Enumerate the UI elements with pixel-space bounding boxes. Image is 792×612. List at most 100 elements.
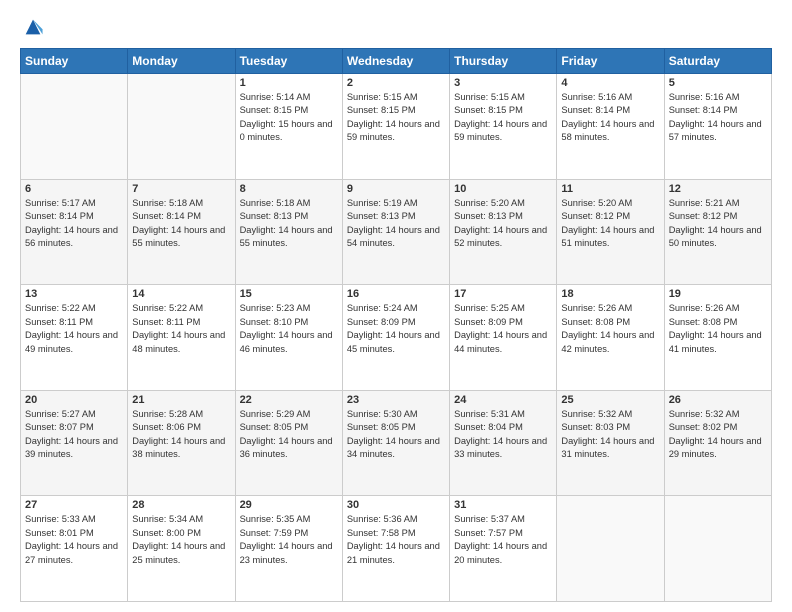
calendar-cell: 17Sunrise: 5:25 AMSunset: 8:09 PMDayligh… bbox=[450, 285, 557, 391]
sunrise-text: Sunrise: 5:33 AM bbox=[25, 513, 123, 526]
sunset-text: Sunset: 8:08 PM bbox=[561, 316, 659, 329]
daylight-text: Daylight: 14 hours and 38 minutes. bbox=[132, 435, 230, 462]
calendar-cell: 28Sunrise: 5:34 AMSunset: 8:00 PMDayligh… bbox=[128, 496, 235, 602]
daylight-text: Daylight: 14 hours and 49 minutes. bbox=[25, 329, 123, 356]
sunrise-text: Sunrise: 5:20 AM bbox=[454, 197, 552, 210]
calendar-cell: 27Sunrise: 5:33 AMSunset: 8:01 PMDayligh… bbox=[21, 496, 128, 602]
daylight-text: Daylight: 14 hours and 48 minutes. bbox=[132, 329, 230, 356]
day-detail: Sunrise: 5:22 AMSunset: 8:11 PMDaylight:… bbox=[25, 302, 123, 356]
day-number: 23 bbox=[347, 394, 445, 406]
calendar-cell: 3Sunrise: 5:15 AMSunset: 8:15 PMDaylight… bbox=[450, 74, 557, 180]
daylight-text: Daylight: 14 hours and 23 minutes. bbox=[240, 540, 338, 567]
sunrise-text: Sunrise: 5:18 AM bbox=[240, 197, 338, 210]
sunset-text: Sunset: 8:04 PM bbox=[454, 421, 552, 434]
daylight-text: Daylight: 14 hours and 29 minutes. bbox=[669, 435, 767, 462]
calendar-cell: 25Sunrise: 5:32 AMSunset: 8:03 PMDayligh… bbox=[557, 390, 664, 496]
daylight-text: Daylight: 14 hours and 25 minutes. bbox=[132, 540, 230, 567]
sunrise-text: Sunrise: 5:24 AM bbox=[347, 302, 445, 315]
day-number: 24 bbox=[454, 394, 552, 406]
week-row-5: 27Sunrise: 5:33 AMSunset: 8:01 PMDayligh… bbox=[21, 496, 772, 602]
daylight-text: Daylight: 14 hours and 50 minutes. bbox=[669, 224, 767, 251]
day-detail: Sunrise: 5:25 AMSunset: 8:09 PMDaylight:… bbox=[454, 302, 552, 356]
calendar-cell: 18 Sunrise: 5:26 AMSunset: 8:08 PMDayligh… bbox=[557, 285, 664, 391]
sunset-text: Sunset: 8:12 PM bbox=[669, 210, 767, 223]
day-number: 1 bbox=[240, 77, 338, 89]
sunset-text: Sunset: 8:13 PM bbox=[347, 210, 445, 223]
sunrise-text: Sunrise: 5:30 AM bbox=[347, 408, 445, 421]
sunrise-text: Sunrise: 5:18 AM bbox=[132, 197, 230, 210]
week-row-2: 6Sunrise: 5:17 AMSunset: 8:14 PMDaylight… bbox=[21, 179, 772, 285]
daylight-text: Daylight: 14 hours and 41 minutes. bbox=[669, 329, 767, 356]
day-detail: Sunrise: 5:33 AMSunset: 8:01 PMDaylight:… bbox=[25, 513, 123, 567]
day-number: 20 bbox=[25, 394, 123, 406]
day-number: 4 bbox=[561, 77, 659, 89]
daylight-text: Daylight: 14 hours and 20 minutes. bbox=[454, 540, 552, 567]
daylight-text: Daylight: 14 hours and 52 minutes. bbox=[454, 224, 552, 251]
sunset-text: Sunset: 8:11 PM bbox=[25, 316, 123, 329]
day-detail: Sunrise: 5:24 AMSunset: 8:09 PMDaylight:… bbox=[347, 302, 445, 356]
day-number: 13 bbox=[25, 288, 123, 300]
calendar-cell: 21 Sunrise: 5:28 AMSunset: 8:06 PMDayligh… bbox=[128, 390, 235, 496]
day-detail: Sunrise: 5:36 AMSunset: 7:58 PMDaylight:… bbox=[347, 513, 445, 567]
sunset-text: Sunset: 8:09 PM bbox=[454, 316, 552, 329]
sunset-text: Sunset: 8:07 PM bbox=[25, 421, 123, 434]
sunset-text: Sunset: 8:13 PM bbox=[454, 210, 552, 223]
sunrise-text: Sunrise: 5:32 AM bbox=[669, 408, 767, 421]
daylight-text: Daylight: 14 hours and 54 minutes. bbox=[347, 224, 445, 251]
daylight-text: Daylight: 14 hours and 51 minutes. bbox=[561, 224, 659, 251]
calendar-cell: 30 Sunrise: 5:36 AMSunset: 7:58 PMDayligh… bbox=[342, 496, 449, 602]
sunrise-text: Sunrise: 5:14 AM bbox=[240, 91, 338, 104]
day-detail: Sunrise: 5:15 AMSunset: 8:15 PMDaylight:… bbox=[454, 91, 552, 145]
day-number: 2 bbox=[347, 77, 445, 89]
week-row-4: 20Sunrise: 5:27 AMSunset: 8:07 PMDayligh… bbox=[21, 390, 772, 496]
calendar-cell: 12Sunrise: 5:21 AMSunset: 8:12 PMDayligh… bbox=[664, 179, 771, 285]
day-detail: Sunrise: 5:26 AMSunset: 8:08 PMDaylight:… bbox=[561, 302, 659, 356]
day-number: 18 bbox=[561, 288, 659, 300]
day-detail: Sunrise: 5:32 AMSunset: 8:03 PMDaylight:… bbox=[561, 408, 659, 462]
calendar-cell: 24Sunrise: 5:31 AMSunset: 8:04 PMDayligh… bbox=[450, 390, 557, 496]
day-number: 30 bbox=[347, 499, 445, 511]
day-number: 19 bbox=[669, 288, 767, 300]
sunrise-text: Sunrise: 5:26 AM bbox=[669, 302, 767, 315]
weekday-header-row: SundayMondayTuesdayWednesdayThursdayFrid… bbox=[21, 49, 772, 74]
calendar-cell: 23 Sunrise: 5:30 AMSunset: 8:05 PMDayligh… bbox=[342, 390, 449, 496]
day-detail: Sunrise: 5:34 AMSunset: 8:00 PMDaylight:… bbox=[132, 513, 230, 567]
day-detail: Sunrise: 5:20 AMSunset: 8:13 PMDaylight:… bbox=[454, 197, 552, 251]
sunset-text: Sunset: 8:15 PM bbox=[240, 104, 338, 117]
sunset-text: Sunset: 8:05 PM bbox=[347, 421, 445, 434]
sunset-text: Sunset: 7:59 PM bbox=[240, 527, 338, 540]
sunrise-text: Sunrise: 5:27 AM bbox=[25, 408, 123, 421]
calendar-cell: 2Sunrise: 5:15 AMSunset: 8:15 PMDaylight… bbox=[342, 74, 449, 180]
sunset-text: Sunset: 8:00 PM bbox=[132, 527, 230, 540]
sunset-text: Sunset: 8:15 PM bbox=[347, 104, 445, 117]
sunset-text: Sunset: 8:06 PM bbox=[132, 421, 230, 434]
day-number: 6 bbox=[25, 183, 123, 195]
calendar-cell: 26Sunrise: 5:32 AMSunset: 8:02 PMDayligh… bbox=[664, 390, 771, 496]
week-row-3: 13 Sunrise: 5:22 AMSunset: 8:11 PMDayligh… bbox=[21, 285, 772, 391]
day-detail: Sunrise: 5:14 AMSunset: 8:15 PMDaylight:… bbox=[240, 91, 338, 145]
day-detail: Sunrise: 5:22 AMSunset: 8:11 PMDaylight:… bbox=[132, 302, 230, 356]
day-number: 7 bbox=[132, 183, 230, 195]
daylight-text: Daylight: 14 hours and 55 minutes. bbox=[240, 224, 338, 251]
sunrise-text: Sunrise: 5:34 AM bbox=[132, 513, 230, 526]
day-number: 16 bbox=[347, 288, 445, 300]
day-number: 11 bbox=[561, 183, 659, 195]
sunrise-text: Sunrise: 5:32 AM bbox=[561, 408, 659, 421]
daylight-text: Daylight: 14 hours and 39 minutes. bbox=[25, 435, 123, 462]
day-detail: Sunrise: 5:30 AMSunset: 8:05 PMDaylight:… bbox=[347, 408, 445, 462]
sunrise-text: Sunrise: 5:37 AM bbox=[454, 513, 552, 526]
sunset-text: Sunset: 8:10 PM bbox=[240, 316, 338, 329]
sunset-text: Sunset: 8:02 PM bbox=[669, 421, 767, 434]
day-number: 5 bbox=[669, 77, 767, 89]
weekday-header-thursday: Thursday bbox=[450, 49, 557, 74]
daylight-text: Daylight: 14 hours and 55 minutes. bbox=[132, 224, 230, 251]
sunrise-text: Sunrise: 5:36 AM bbox=[347, 513, 445, 526]
day-detail: Sunrise: 5:28 AMSunset: 8:06 PMDaylight:… bbox=[132, 408, 230, 462]
sunset-text: Sunset: 8:11 PM bbox=[132, 316, 230, 329]
day-number: 8 bbox=[240, 183, 338, 195]
calendar-table: SundayMondayTuesdayWednesdayThursdayFrid… bbox=[20, 48, 772, 602]
day-detail: Sunrise: 5:37 AMSunset: 7:57 PMDaylight:… bbox=[454, 513, 552, 567]
day-number: 21 bbox=[132, 394, 230, 406]
daylight-text: Daylight: 14 hours and 36 minutes. bbox=[240, 435, 338, 462]
day-detail: Sunrise: 5:18 AMSunset: 8:14 PMDaylight:… bbox=[132, 197, 230, 251]
